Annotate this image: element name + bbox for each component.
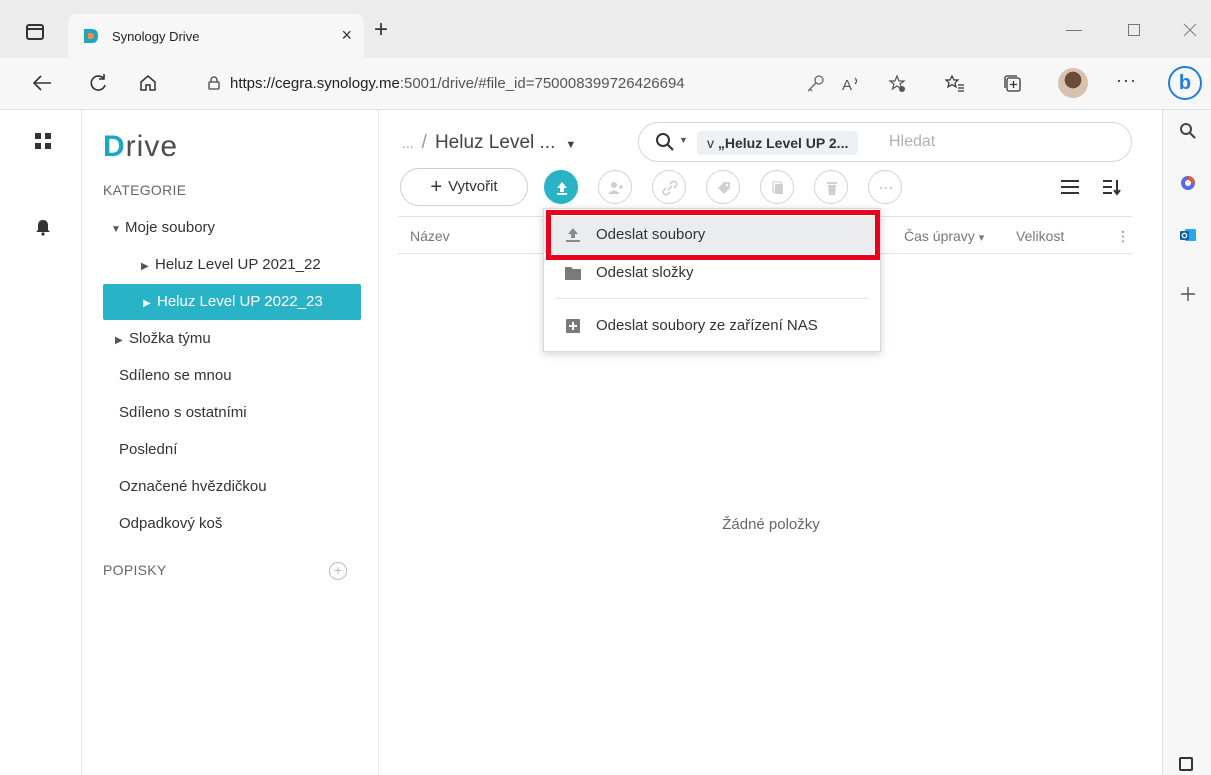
tag-button[interactable] xyxy=(706,170,740,204)
profile-avatar[interactable] xyxy=(1058,68,1088,98)
share-user-button[interactable] xyxy=(598,170,632,204)
favorites-icon[interactable] xyxy=(944,73,966,95)
column-options-icon[interactable]: ⋮ xyxy=(1116,228,1130,245)
nav-item-team-folder[interactable]: ▶ Složka týmu xyxy=(115,321,211,357)
add-favorite-icon[interactable] xyxy=(886,73,908,95)
sort-icon[interactable] xyxy=(1102,178,1122,196)
copy-button[interactable] xyxy=(760,170,794,204)
more-actions-button[interactable] xyxy=(868,170,902,204)
column-size[interactable]: Velikost xyxy=(1016,228,1064,244)
column-name[interactable]: Název xyxy=(410,228,450,244)
more-dots-icon xyxy=(879,186,893,190)
url-path: :5001/drive/#file_id=750008399726426694 xyxy=(399,75,685,92)
delete-button[interactable] xyxy=(814,170,848,204)
link-button[interactable] xyxy=(652,170,686,204)
url-host: https://cegra.synology.me xyxy=(230,75,400,92)
browser-tab-bar: Synology Drive × + xyxy=(0,0,1211,58)
edge-sidebar xyxy=(1162,110,1211,775)
browser-address-bar: https://cegra.synology.me:5001/drive/#fi… xyxy=(0,58,1211,110)
list-view-icon[interactable] xyxy=(1060,180,1080,194)
tab-close-icon[interactable]: × xyxy=(341,25,352,45)
breadcrumb-parent[interactable]: ... xyxy=(402,135,414,151)
search-icon[interactable] xyxy=(655,132,675,152)
browser-tab[interactable]: Synology Drive × xyxy=(68,14,364,58)
url-text: https://cegra.synology.me:5001/drive/#fi… xyxy=(230,75,685,92)
nav-item-folder-2021[interactable]: ▶ Heluz Level UP 2021_22 xyxy=(141,247,321,283)
tab-title: Synology Drive xyxy=(112,29,200,44)
back-arrow-icon[interactable] xyxy=(32,74,52,92)
app-rail xyxy=(0,110,82,775)
add-user-icon xyxy=(608,182,623,194)
chevron-down-icon[interactable]: ▼ xyxy=(565,139,576,151)
left-navigation-panel: Drive KATEGORIE ▼ Moje soubory ▶ Heluz Lev… xyxy=(83,110,379,775)
window-maximize-button[interactable] xyxy=(1128,24,1140,36)
nas-upload-icon xyxy=(566,319,580,333)
office-icon[interactable] xyxy=(1179,174,1197,192)
link-icon xyxy=(662,180,678,196)
search-options-chevron-icon[interactable]: ▼ xyxy=(679,135,688,145)
window-close-button[interactable] xyxy=(1182,22,1198,38)
svg-text:A: A xyxy=(842,77,852,94)
window-minimize-button[interactable] xyxy=(1066,30,1082,31)
copy-icon xyxy=(772,181,783,194)
search-bar[interactable]: ▼ v „Heluz Level UP 2... Hledat xyxy=(638,122,1132,162)
tags-heading: POPISKY xyxy=(103,562,167,578)
nav-item-shared-with-me[interactable]: Sdíleno se mnou xyxy=(119,358,232,394)
tag-icon xyxy=(718,182,730,194)
search-icon[interactable] xyxy=(1179,122,1197,140)
search-scope-chip[interactable]: v „Heluz Level UP 2... xyxy=(697,131,859,155)
nav-item-my-files[interactable]: ▼ Moje soubory xyxy=(111,210,215,246)
outlook-icon[interactable] xyxy=(1179,226,1197,244)
collections-icon[interactable] xyxy=(1002,73,1024,95)
breadcrumb-current-folder[interactable]: Heluz Level ... xyxy=(435,132,555,153)
bing-chat-button[interactable]: b xyxy=(1168,66,1202,100)
highlight-annotation-box xyxy=(546,210,880,260)
synology-drive-favicon-icon xyxy=(84,29,98,43)
breadcrumb: ... / Heluz Level ... ▼ xyxy=(402,132,576,154)
apps-icon[interactable] xyxy=(34,132,52,150)
add-sidebar-app-icon[interactable] xyxy=(1180,286,1196,302)
empty-state-text: Žádné položky xyxy=(722,516,820,533)
search-input[interactable]: Hledat xyxy=(889,133,935,151)
column-modified[interactable]: Čas úpravy ▾ xyxy=(904,228,984,244)
new-tab-button[interactable]: + xyxy=(374,18,388,42)
menu-item-upload-from-nas[interactable]: Odeslat soubory ze zařízení NAS xyxy=(544,307,880,345)
upload-icon xyxy=(557,182,567,195)
url-field[interactable]: https://cegra.synology.me:5001/drive/#fi… xyxy=(190,66,782,100)
tab-actions-icon[interactable] xyxy=(26,24,44,40)
nav-item-folder-2022[interactable]: ▶ Heluz Level UP 2022_23 xyxy=(103,284,361,320)
more-menu-icon[interactable]: ··· xyxy=(1116,70,1137,91)
plus-icon: + xyxy=(430,176,443,198)
expand-caret-icon[interactable]: ▼ xyxy=(111,212,125,248)
upload-button[interactable] xyxy=(544,170,578,204)
breadcrumb-separator: / xyxy=(421,132,427,153)
expand-caret-icon[interactable]: ▶ xyxy=(143,286,157,322)
nav-item-trash[interactable]: Odpadkový koš xyxy=(119,506,222,542)
drive-logo: Drive xyxy=(103,130,179,163)
read-aloud-icon[interactable]: A xyxy=(840,73,862,95)
nav-item-shared-with-others[interactable]: Sdíleno s ostatními xyxy=(119,395,247,431)
refresh-icon[interactable] xyxy=(88,73,108,93)
home-icon[interactable] xyxy=(138,73,158,93)
expand-caret-icon[interactable]: ▶ xyxy=(115,323,129,359)
menu-divider xyxy=(556,298,868,299)
notification-bell-icon[interactable] xyxy=(34,218,52,236)
folder-icon xyxy=(565,267,581,280)
expand-caret-icon[interactable]: ▶ xyxy=(141,249,155,285)
add-tag-button[interactable]: + xyxy=(329,562,347,580)
create-button[interactable]: + Vytvořit xyxy=(400,168,528,206)
lock-icon[interactable] xyxy=(208,76,220,90)
trash-icon xyxy=(827,182,837,195)
key-icon[interactable] xyxy=(804,73,826,95)
hide-sidebar-icon[interactable] xyxy=(1179,757,1193,771)
nav-item-recent[interactable]: Poslední xyxy=(119,432,177,468)
sort-chevron-icon: ▾ xyxy=(978,232,985,244)
categories-heading: KATEGORIE xyxy=(103,182,187,198)
nav-item-starred[interactable]: Označené hvězdičkou xyxy=(119,469,267,505)
